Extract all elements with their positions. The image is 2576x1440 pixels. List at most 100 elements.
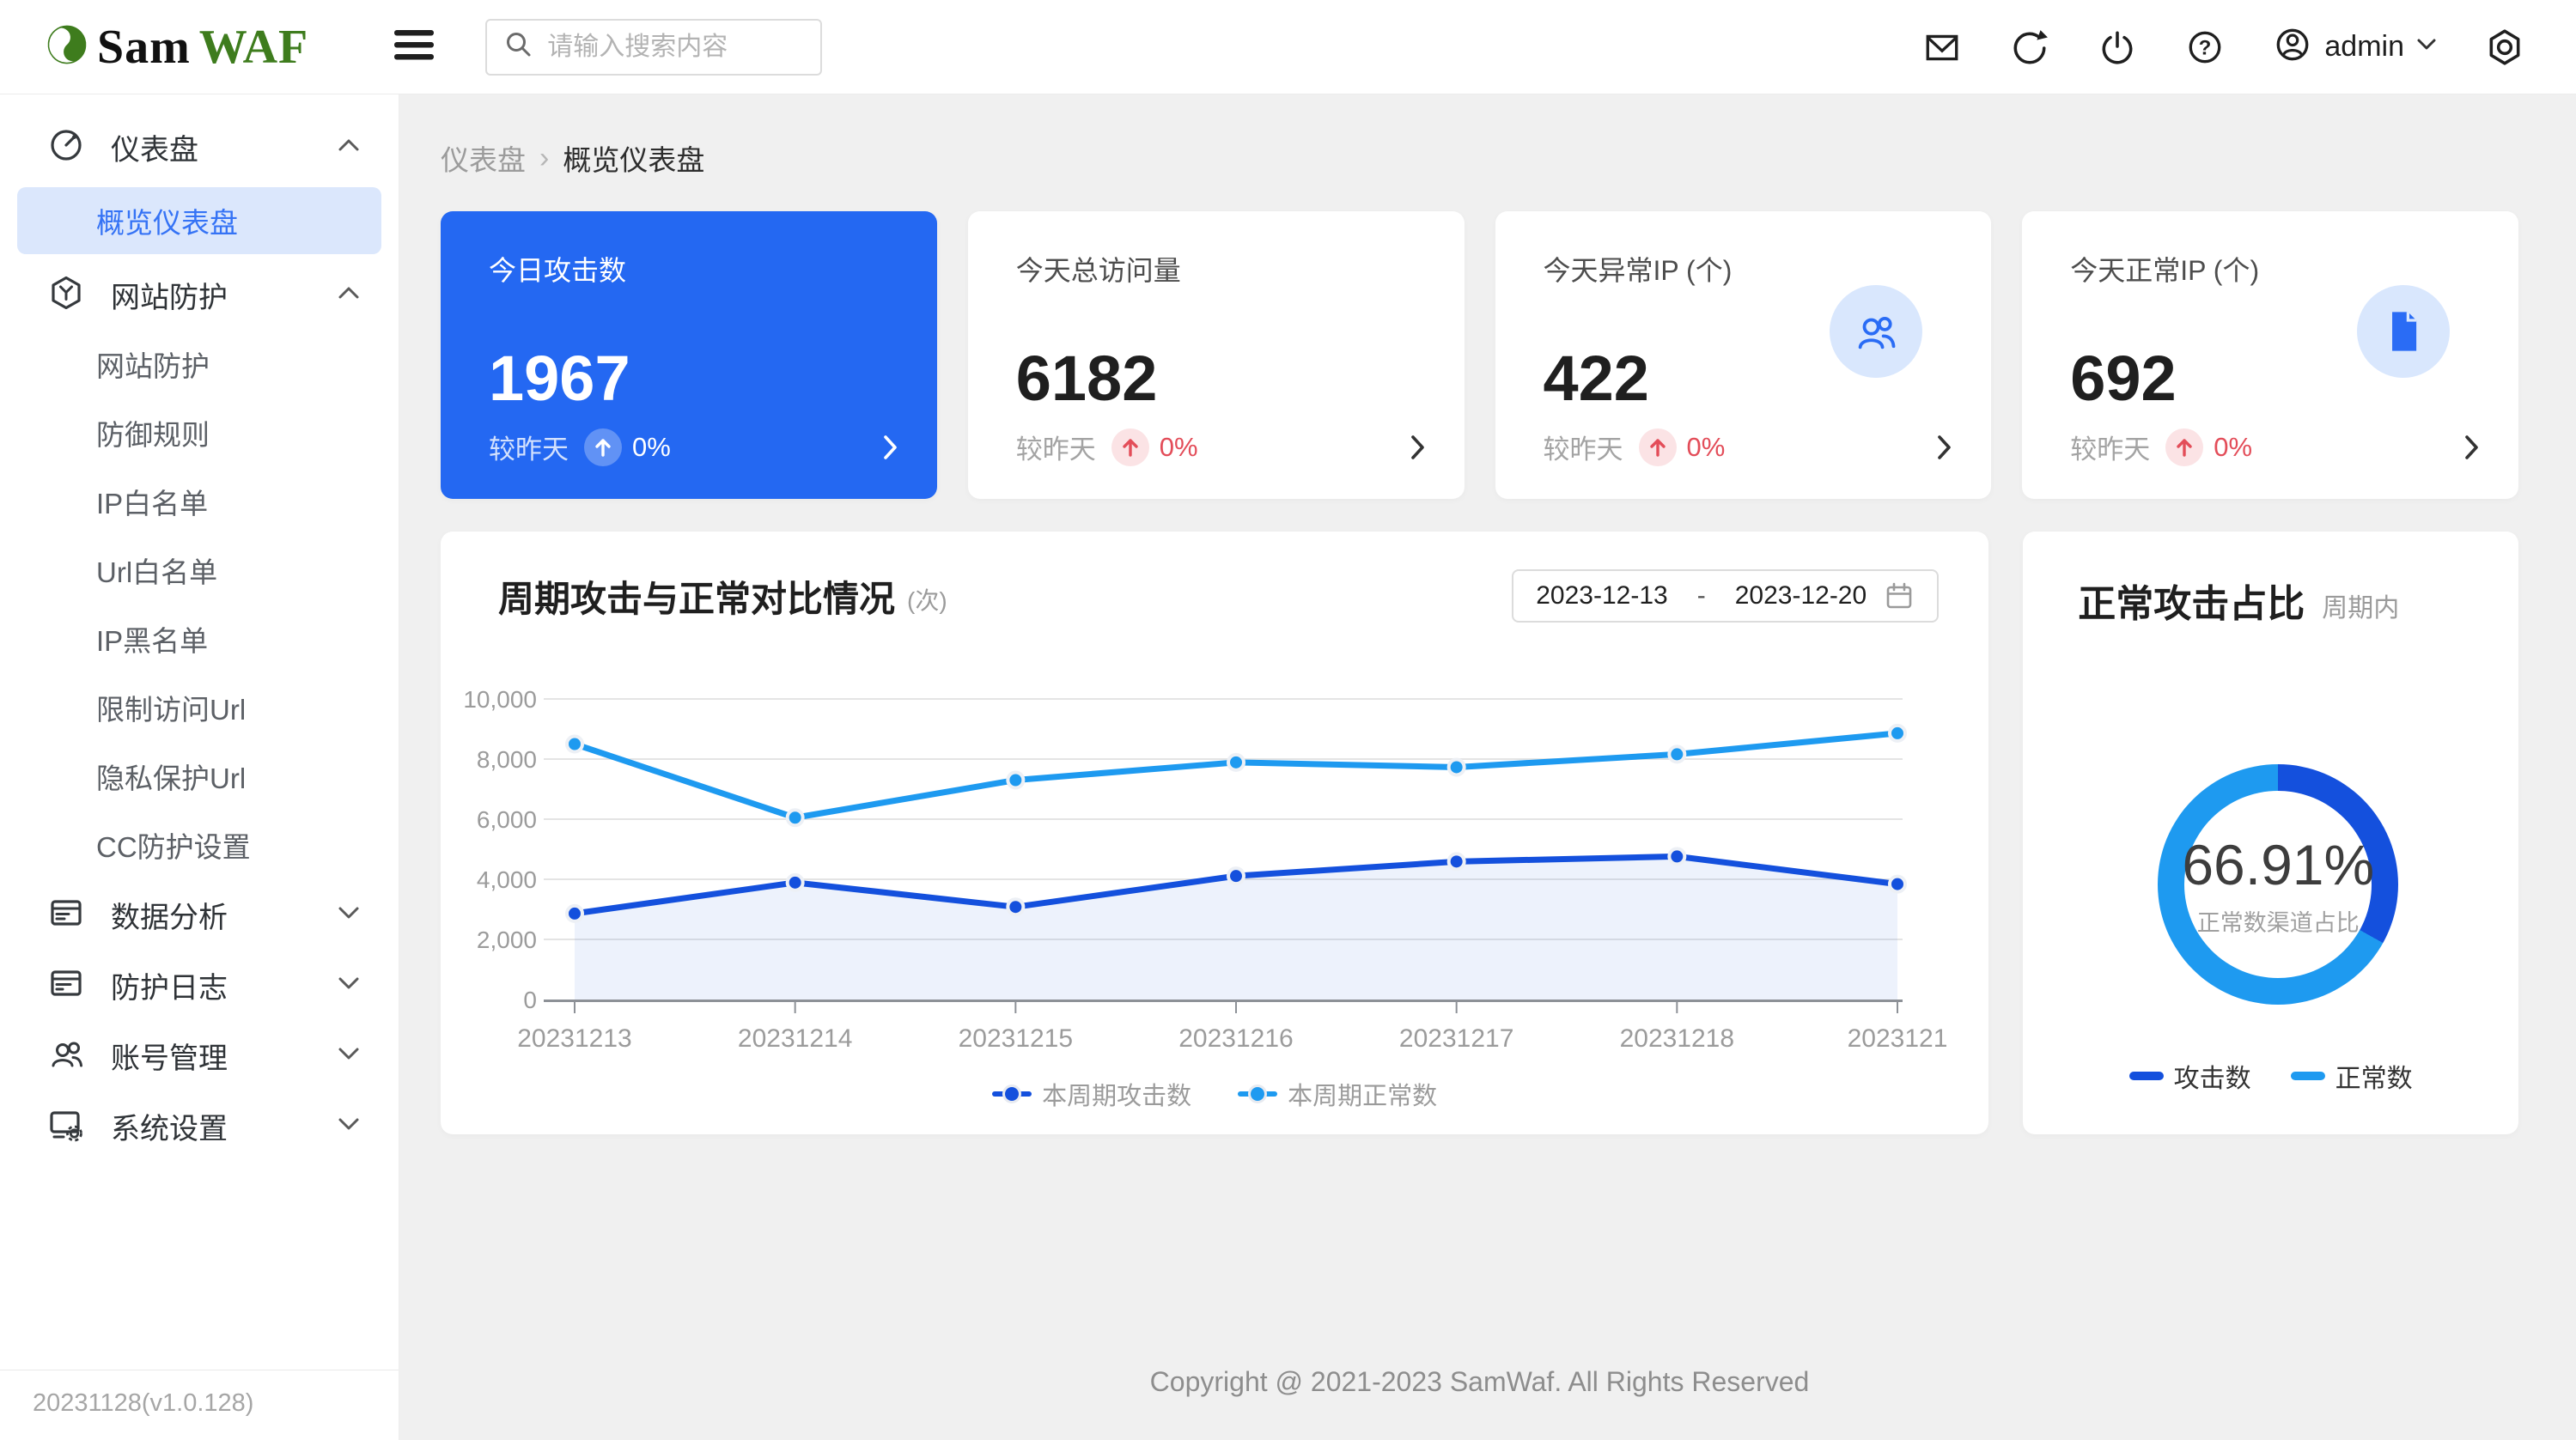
legend-item-attack-count[interactable]: 攻击数 [2129,1057,2251,1095]
chevron-right-icon[interactable] [1936,434,1953,461]
legend-marker-normal [1238,1085,1277,1103]
donut-chart: 66.91% 正常数渠道占比 [2158,764,2398,1005]
sidebar-item-label: 概览仪表盘 [96,200,238,241]
svg-text:4,000: 4,000 [477,866,537,893]
delta-value: 0% [1687,432,1726,463]
sidebar-item-label: 限制访问Url [96,687,246,728]
brand-text-sam: Sam [97,20,191,75]
chevron-up-icon [338,286,360,304]
stat-cards-row: 今日攻击数 1967 较昨天 0% 今天总访问量 6182 较昨天 [441,211,2518,499]
help-icon[interactable]: ? [2185,27,2225,67]
stat-card-normal-ip[interactable]: 今天正常IP (个) 692 较昨天 0% [2022,211,2518,499]
trend-chart-title: 周期攻击与正常对比情况 [498,570,895,623]
chevron-right-icon[interactable] [882,434,899,461]
sidebar-item-label: IP白名单 [96,481,208,522]
legend-label: 攻击数 [2174,1057,2251,1095]
chevron-right-icon[interactable] [1410,434,1427,461]
sidebar-group-accounts[interactable]: 账号管理 [0,1020,399,1091]
delta-value: 0% [1160,432,1198,463]
svg-text:2023121: 2023121 [1848,1024,1948,1053]
sidebar-item-ip-blacklist[interactable]: IP黑名单 [0,605,399,673]
trend-chart-unit: (次) [907,582,947,617]
donut-percent: 66.91% [2182,832,2374,897]
sidebar-item-defense-rules[interactable]: 防御规则 [0,398,399,467]
legend-label: 正常数 [2335,1057,2413,1095]
svg-text:20231216: 20231216 [1178,1024,1293,1053]
user-menu[interactable]: admin [2273,25,2437,69]
stat-card-today-visits[interactable]: 今天总访问量 6182 较昨天 0% [968,211,1465,499]
search-box[interactable] [485,19,822,76]
svg-text:8,000: 8,000 [477,746,537,773]
gauge-icon [47,126,85,168]
sidebar-item-privacy-url[interactable]: 隐私保护Url [0,742,399,811]
sidebar-group-label: 仪表盘 [111,126,338,168]
sidebar-group-site-protection[interactable]: 网站防护 [0,259,399,330]
sidebar-group-label: 系统设置 [111,1105,338,1147]
sidebar-group-system-settings[interactable]: 系统设置 [0,1091,399,1161]
svg-text:20231214: 20231214 [738,1024,852,1053]
menu-toggle-icon[interactable] [394,28,434,65]
stat-card-today-attacks[interactable]: 今日攻击数 1967 较昨天 0% [441,211,937,499]
sidebar-item-label: CC防护设置 [96,824,251,866]
search-input[interactable] [547,33,805,62]
compare-label: 较昨天 [2070,428,2150,466]
sidebar-group-protection-logs[interactable]: 防护日志 [0,950,399,1020]
users-icon [1830,285,1922,378]
svg-text:2,000: 2,000 [477,927,537,953]
card-value: 6182 [1016,342,1416,415]
mail-icon[interactable] [1922,27,1962,67]
legend-item-normal[interactable]: 本周期正常数 [1238,1076,1437,1112]
shield-icon [47,274,85,316]
sidebar-item-label: 隐私保护Url [96,756,246,797]
ratio-legend: 攻击数 正常数 [2023,1057,2518,1095]
power-icon[interactable] [2098,27,2137,67]
taiji-logo-icon [47,25,87,69]
system-settings-icon [47,1105,85,1147]
copyright-footer: Copyright @ 2021-2023 SamWaf. All Rights… [441,1366,2518,1398]
legend-item-normal-count[interactable]: 正常数 [2291,1057,2413,1095]
sidebar-group-label: 防护日志 [111,964,338,1006]
ratio-subtitle: 周期内 [2322,586,2399,624]
brand-logo: Sam WAF [47,20,308,75]
compare-label: 较昨天 [489,428,569,466]
gear-icon[interactable] [2485,27,2524,67]
stat-card-abnormal-ip[interactable]: 今天异常IP (个) 422 较昨天 0% [1495,211,1992,499]
sidebar-item-ip-whitelist[interactable]: IP白名单 [0,467,399,536]
sidebar-group-label: 数据分析 [111,894,338,936]
arrow-up-icon [1639,428,1677,466]
card-value: 1967 [489,342,889,415]
sidebar-group-data-analysis[interactable]: 数据分析 [0,879,399,950]
sidebar-item-overview-dashboard[interactable]: 概览仪表盘 [17,187,381,254]
delta-value: 0% [632,432,671,463]
date-separator: - [1697,581,1706,611]
chevron-down-icon [2416,38,2437,56]
sidebar-item-restricted-url[interactable]: 限制访问Url [0,673,399,742]
file-icon [2357,285,2450,378]
breadcrumb-current: 概览仪表盘 [563,137,704,179]
legend-marker [2291,1072,2325,1080]
sidebar-group-dashboard[interactable]: 仪表盘 [0,112,399,182]
chevron-down-icon [338,1117,360,1135]
legend-marker-attack [992,1085,1032,1103]
date-to: 2023-12-20 [1735,581,1867,611]
trend-legend: 本周期攻击数 本周期正常数 [441,1076,1988,1112]
main-content: 仪表盘 › 概览仪表盘 今日攻击数 1967 较昨天 0% 今天总访问量 618… [399,94,2576,1440]
sidebar-item-site-protection[interactable]: 网站防护 [0,330,399,398]
compare-label: 较昨天 [1544,428,1623,466]
date-range-picker[interactable]: 2023-12-13 - 2023-12-20 [1512,569,1939,623]
refresh-icon[interactable] [2010,27,2049,67]
chevron-down-icon [338,976,360,994]
avatar-icon [2273,25,2312,69]
breadcrumb-parent[interactable]: 仪表盘 [441,137,526,179]
sidebar-item-url-whitelist[interactable]: Url白名单 [0,536,399,605]
card-title: 今天异常IP (个) [1544,249,1944,289]
arrow-up-icon [2165,428,2203,466]
legend-label: 本周期正常数 [1288,1076,1437,1112]
legend-item-attack[interactable]: 本周期攻击数 [992,1076,1191,1112]
svg-text:10,000: 10,000 [463,686,537,713]
chevron-right-icon[interactable] [2463,434,2481,461]
legend-label: 本周期攻击数 [1042,1076,1191,1112]
chevron-down-icon [338,906,360,924]
sidebar-group-label: 网站防护 [111,274,338,316]
sidebar-item-cc-protection[interactable]: CC防护设置 [0,811,399,879]
